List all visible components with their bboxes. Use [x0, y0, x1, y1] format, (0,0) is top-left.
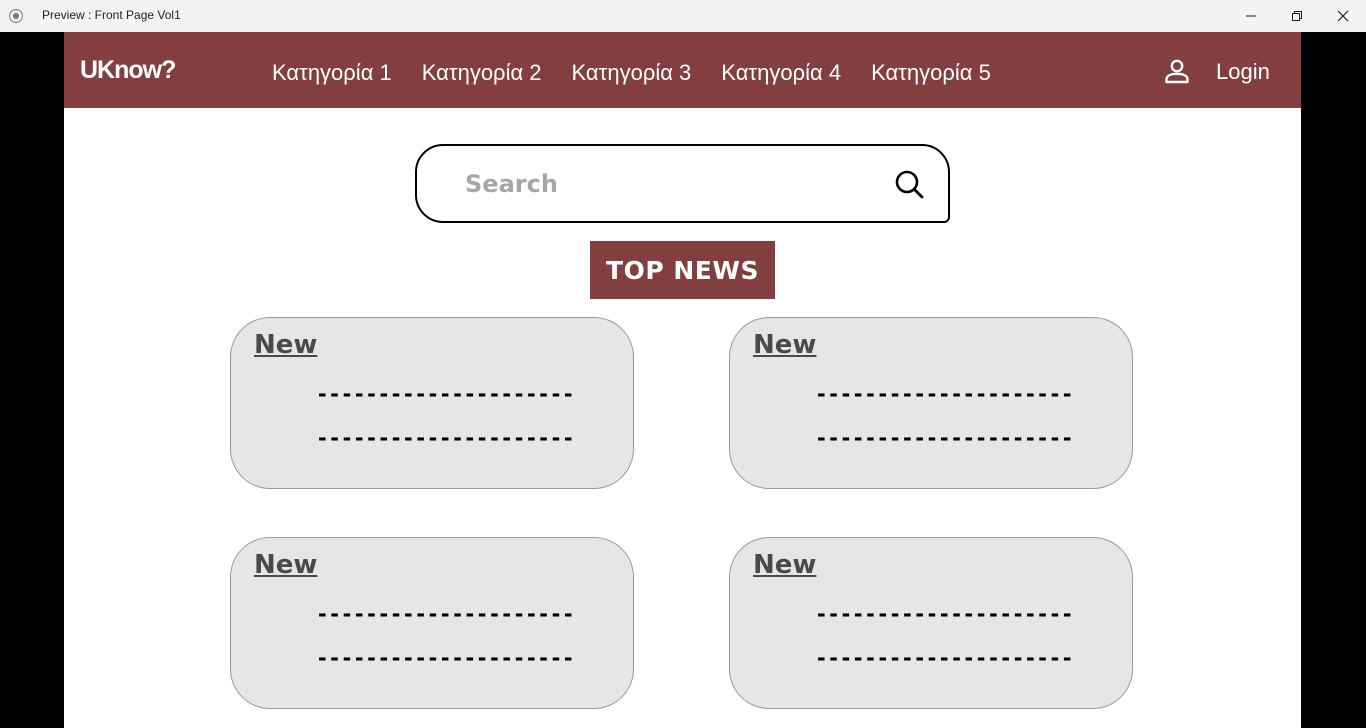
news-card-line: ---------------------: [316, 426, 575, 450]
nav-category-2[interactable]: Κατηγορία 2: [422, 60, 542, 86]
user-icon[interactable]: [1164, 58, 1190, 84]
nav-category-4[interactable]: Κατηγορία 4: [721, 60, 841, 86]
window-title: Preview : Front Page Vol1: [42, 8, 181, 22]
news-card-line: ---------------------: [316, 602, 575, 626]
restore-button[interactable]: [1274, 0, 1320, 32]
app-icon: [9, 9, 23, 23]
close-icon: [1337, 10, 1349, 22]
news-card-line: ---------------------: [815, 646, 1074, 670]
news-card-title[interactable]: New: [753, 550, 816, 580]
news-card-title[interactable]: New: [254, 550, 317, 580]
news-card[interactable]: New --------------------- --------------…: [729, 317, 1133, 489]
news-card-line: ---------------------: [316, 646, 575, 670]
window-title-bar: Preview : Front Page Vol1: [0, 0, 1366, 32]
news-card[interactable]: New --------------------- --------------…: [729, 537, 1133, 709]
login-link[interactable]: Login: [1216, 59, 1270, 85]
news-card-line: ---------------------: [815, 602, 1074, 626]
news-card-line: ---------------------: [316, 382, 575, 406]
news-card[interactable]: New --------------------- --------------…: [230, 317, 634, 489]
category-nav: Κατηγορία 1 Κατηγορία 2 Κατηγορία 3 Κατη…: [272, 60, 1021, 86]
news-card-line: ---------------------: [815, 426, 1074, 450]
logo[interactable]: UKnow?: [80, 56, 176, 85]
news-card-title[interactable]: New: [753, 330, 816, 360]
search-bar[interactable]: [415, 144, 950, 223]
minimize-icon: [1246, 15, 1256, 17]
restore-icon: [1292, 11, 1302, 21]
nav-category-3[interactable]: Κατηγορία 3: [572, 60, 692, 86]
top-news-heading: TOP NEWS: [590, 241, 775, 299]
news-card-title[interactable]: New: [254, 330, 317, 360]
nav-category-1[interactable]: Κατηγορία 1: [272, 60, 392, 86]
search-icon[interactable]: [893, 168, 925, 200]
news-card-line: ---------------------: [815, 382, 1074, 406]
minimize-button[interactable]: [1228, 0, 1274, 32]
nav-category-5[interactable]: Κατηγορία 5: [871, 60, 991, 86]
front-page: UKnow? Κατηγορία 1 Κατηγορία 2 Κατηγορία…: [64, 32, 1301, 728]
navbar: UKnow? Κατηγορία 1 Κατηγορία 2 Κατηγορία…: [64, 32, 1301, 108]
close-button[interactable]: [1320, 0, 1366, 32]
search-input[interactable]: [465, 164, 885, 204]
news-card[interactable]: New --------------------- --------------…: [230, 537, 634, 709]
